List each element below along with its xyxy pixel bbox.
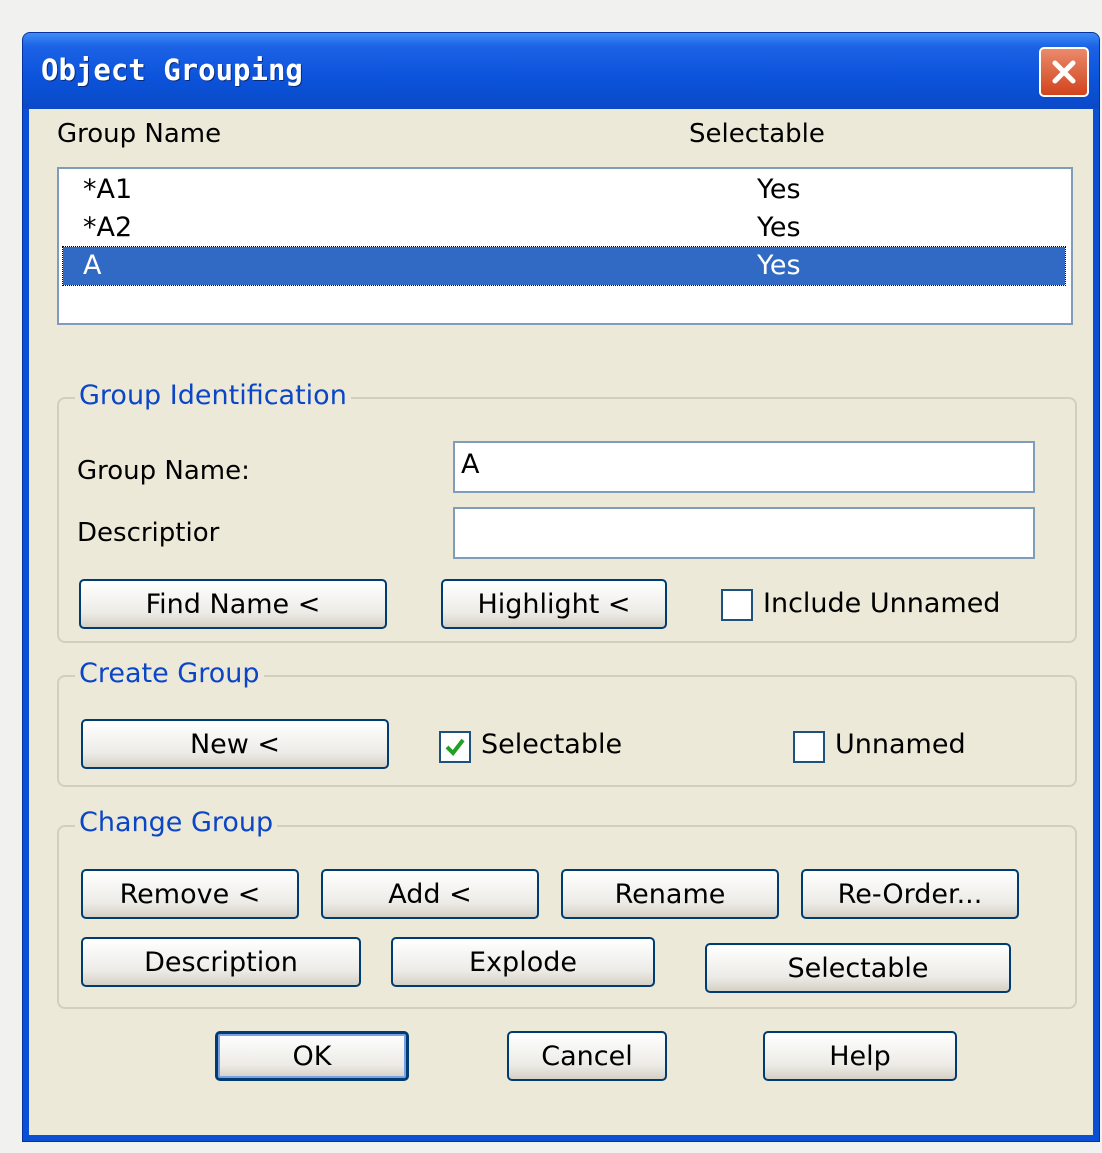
find-name-button[interactable]: Find Name < [79, 579, 387, 629]
unnamed-checkbox[interactable] [793, 731, 825, 763]
selectable-button[interactable]: Selectable [705, 943, 1011, 993]
description-field[interactable] [453, 507, 1035, 559]
rename-button[interactable]: Rename [561, 869, 779, 919]
object-grouping-dialog: Object Grouping Group Name Selectable *A… [22, 32, 1100, 1142]
change-group-title: Change Group [75, 807, 278, 838]
include-unnamed-checkbox[interactable] [721, 589, 753, 621]
list-item[interactable]: *A2 Yes [63, 209, 1065, 247]
unnamed-label[interactable]: Unnamed [835, 729, 966, 760]
header-selectable: Selectable [689, 119, 825, 149]
title-bar[interactable]: Object Grouping [23, 33, 1099, 109]
list-item-name: *A2 [83, 212, 133, 243]
group-name-label: Group Name: [77, 456, 250, 486]
group-name-field[interactable]: A [453, 441, 1035, 493]
list-item-name: A [83, 250, 102, 281]
list-item[interactable]: *A1 Yes [63, 171, 1065, 209]
list-item-selectable: Yes [757, 174, 801, 205]
close-button[interactable] [1039, 47, 1089, 97]
dialog-body: Group Name Selectable *A1 Yes *A2 Yes A … [29, 109, 1093, 1135]
group-identification-title: Group Identification [75, 380, 351, 411]
close-icon [1052, 60, 1076, 84]
help-button[interactable]: Help [763, 1031, 957, 1081]
dialog-title: Object Grouping [41, 53, 303, 87]
remove-button[interactable]: Remove < [81, 869, 299, 919]
selectable-label[interactable]: Selectable [481, 729, 622, 760]
header-group-name: Group Name [57, 119, 222, 149]
list-item-selected[interactable]: A Yes [62, 246, 1066, 286]
add-button[interactable]: Add < [321, 869, 539, 919]
list-item-name: *A1 [83, 174, 133, 205]
group-list[interactable]: *A1 Yes *A2 Yes A Yes [57, 167, 1073, 325]
description-label: Descriptior [77, 518, 220, 548]
highlight-button[interactable]: Highlight < [441, 579, 667, 629]
list-item-selectable: Yes [757, 250, 801, 281]
ok-button[interactable]: OK [215, 1031, 409, 1081]
selectable-checkbox[interactable] [439, 731, 471, 763]
new-button[interactable]: New < [81, 719, 389, 769]
create-group-title: Create Group [75, 658, 264, 689]
cancel-button[interactable]: Cancel [507, 1031, 667, 1081]
checkmark-icon [445, 738, 465, 757]
include-unnamed-label[interactable]: Include Unnamed [763, 588, 1000, 619]
description-button[interactable]: Description [81, 937, 361, 987]
reorder-button[interactable]: Re-Order... [801, 869, 1019, 919]
list-item-selectable: Yes [757, 212, 801, 243]
explode-button[interactable]: Explode [391, 937, 655, 987]
